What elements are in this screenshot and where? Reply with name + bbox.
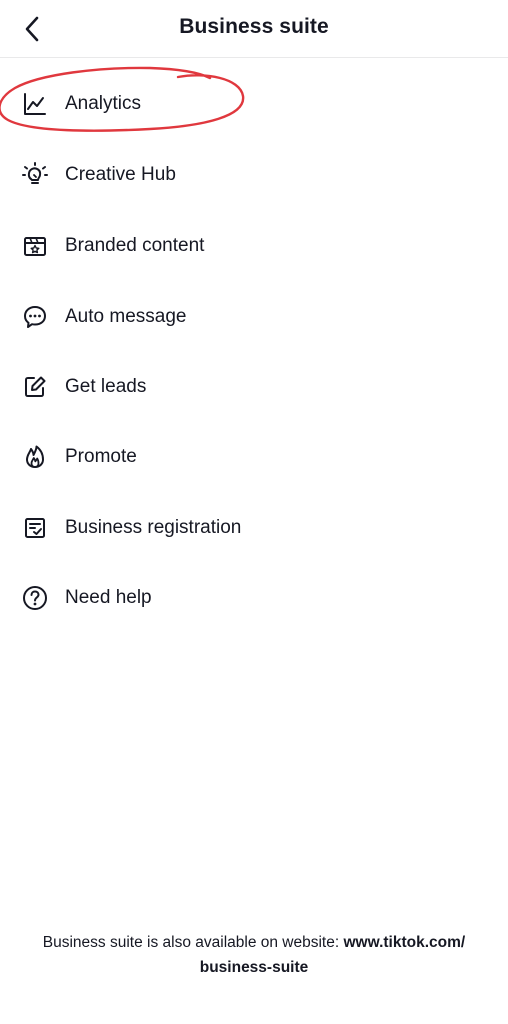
header: Business suite [0, 0, 508, 58]
menu-item-need-help[interactable]: Need help [0, 568, 508, 628]
footer-note: Business suite is also available on webs… [10, 930, 498, 980]
edit-icon [20, 372, 50, 402]
menu-item-business-registration[interactable]: Business registration [0, 498, 508, 558]
menu-item-label: Analytics [65, 93, 142, 114]
menu-item-promote[interactable]: Promote [0, 427, 508, 487]
website-link-part1: www.tiktok.com/ [343, 934, 466, 951]
menu-item-label: Auto message [65, 306, 187, 327]
chart-line-icon [20, 89, 50, 119]
website-link-part2: business-suite [199, 959, 309, 976]
lightbulb-icon [20, 160, 50, 190]
chat-bubble-icon [20, 302, 50, 332]
flame-icon [20, 442, 50, 472]
menu-item-get-leads[interactable]: Get leads [0, 357, 508, 417]
question-circle-icon [20, 583, 50, 613]
menu-item-label: Branded content [65, 235, 205, 256]
menu-item-branded-content[interactable]: Branded content [0, 216, 508, 276]
menu-item-auto-message[interactable]: Auto message [0, 287, 508, 347]
page-title: Business suite [179, 15, 329, 38]
registration-icon [20, 513, 50, 543]
menu-item-label: Business registration [65, 517, 242, 538]
menu-item-label: Promote [65, 446, 137, 467]
menu-item-label: Creative Hub [65, 164, 176, 185]
menu-item-label: Need help [65, 587, 152, 608]
menu-item-analytics[interactable]: Analytics [0, 74, 508, 134]
footer-text: Business suite is also available on webs… [42, 934, 340, 951]
menu-item-label: Get leads [65, 376, 147, 397]
branded-content-icon [20, 231, 50, 261]
menu-item-creative-hub[interactable]: Creative Hub [0, 145, 508, 205]
